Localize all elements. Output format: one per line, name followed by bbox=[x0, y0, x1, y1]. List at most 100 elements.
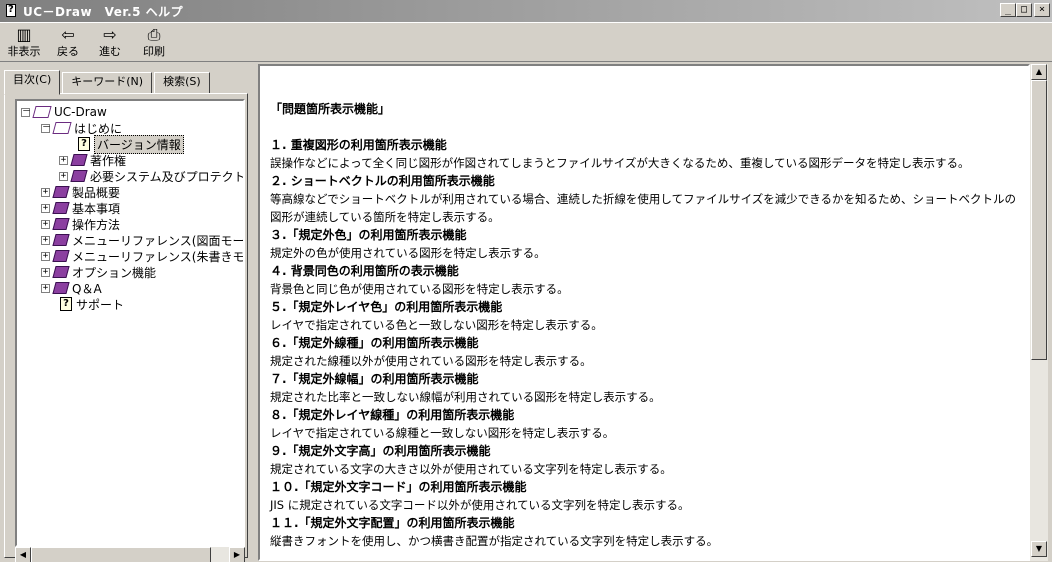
tab-contents[interactable]: 目次(C) bbox=[4, 70, 61, 95]
scroll-right-icon[interactable]: ▶ bbox=[229, 547, 245, 562]
print-button[interactable]: ⎙ 印刷 bbox=[132, 25, 176, 59]
section-title: １. 重複図形の利用箇所表示機能 bbox=[270, 138, 447, 152]
expand-icon[interactable]: + bbox=[41, 283, 50, 293]
book-icon bbox=[52, 266, 70, 278]
minimize-button[interactable]: _ bbox=[1000, 3, 1016, 17]
collapse-icon[interactable]: － bbox=[41, 123, 51, 133]
book-icon bbox=[52, 218, 70, 230]
page-title: 「問題箇所表示機能」 bbox=[270, 102, 391, 116]
expand-icon[interactable]: + bbox=[41, 203, 50, 213]
window-title: UC－Draw Ver.5 ヘルプ bbox=[23, 4, 184, 19]
section-title: ６.「規定外線種」の利用箇所表示機能 bbox=[270, 336, 479, 350]
close-button[interactable]: × bbox=[1034, 3, 1050, 17]
section-body: 規定された比率と一致しない線幅が利用されている図形を特定し表示する。 bbox=[270, 390, 661, 404]
section-title: １０.「規定外文字コード」の利用箇所表示機能 bbox=[270, 480, 527, 494]
section-body-continued: 図形が連続している箇所を特定し表示する。 bbox=[270, 210, 500, 224]
book-icon bbox=[70, 170, 88, 182]
open-book-icon bbox=[52, 122, 72, 134]
section-body: 背景色と同じ色が使用されている図形を特定し表示する。 bbox=[270, 282, 569, 296]
book-icon bbox=[52, 186, 70, 198]
scroll-down-icon[interactable]: ▼ bbox=[1031, 541, 1047, 557]
expand-icon[interactable]: + bbox=[41, 219, 50, 229]
tree-item-label: サポート bbox=[76, 297, 125, 312]
hide-button[interactable]: ▥ 非表示 bbox=[2, 25, 46, 59]
tree-item-menu-reference-drawing[interactable]: + メニューリファレンス(図面モード) bbox=[41, 232, 245, 248]
section-title: ８.「規定外レイヤ線種」の利用箇所表示機能 bbox=[270, 408, 515, 422]
forward-arrow-icon: ⇨ bbox=[103, 25, 117, 44]
tree-item-operation[interactable]: + 操作方法 bbox=[41, 216, 120, 232]
tree-item-label: 製品概要 bbox=[72, 185, 121, 200]
expand-icon[interactable]: + bbox=[41, 267, 50, 277]
section-title: １１.「規定外文字配置」の利用箇所表示機能 bbox=[270, 516, 515, 530]
back-button[interactable]: ⇦ 戻る bbox=[46, 25, 90, 59]
tree-item-qa[interactable]: + Q＆A bbox=[41, 280, 102, 296]
tree-item-product-overview[interactable]: + 製品概要 bbox=[41, 184, 120, 200]
section-body: レイヤで指定されている線種と一致しない図形を特定し表示する。 bbox=[270, 426, 615, 440]
help-page-icon: ? bbox=[78, 137, 90, 151]
topic-content-pane: 「問題箇所表示機能」 １. 重複図形の利用箇所表示機能 誤操作などによって全く同… bbox=[258, 64, 1030, 561]
toolbar: ▥ 非表示 ⇦ 戻る ⇨ 進む ⎙ 印刷 bbox=[0, 22, 1052, 62]
book-icon bbox=[52, 202, 70, 214]
tree-item-menu-reference-redline[interactable]: + メニューリファレンス(朱書きモー bbox=[41, 248, 245, 264]
tree-item-label: メニューリファレンス(朱書きモー bbox=[72, 249, 245, 264]
tree-item-ucdraw[interactable]: － UC-Draw bbox=[21, 104, 107, 120]
book-icon bbox=[52, 234, 70, 246]
tree-item-label: 著作権 bbox=[90, 153, 127, 168]
section-body: 規定外の色が使用されている図形を特定し表示する。 bbox=[270, 246, 546, 260]
forward-label: 進む bbox=[99, 45, 121, 58]
content-vertical-scrollbar[interactable]: ▲ ▼ bbox=[1030, 64, 1048, 561]
contents-tree[interactable]: － UC-Draw － はじめに ? バージョン情報 + 著作権 + 必要システ… bbox=[15, 99, 245, 547]
tree-item-system-requirements[interactable]: + 必要システム及びプロテクト bbox=[59, 168, 243, 184]
tree-item-label: Q＆A bbox=[72, 281, 102, 296]
tree-item-label: 操作方法 bbox=[72, 217, 121, 232]
print-label: 印刷 bbox=[143, 45, 165, 58]
tree-item-label: オプション機能 bbox=[72, 265, 157, 280]
section-title: ３.「規定外色」の利用箇所表示機能 bbox=[270, 228, 467, 242]
expand-icon[interactable]: + bbox=[59, 155, 68, 165]
book-icon bbox=[70, 154, 88, 166]
section-body: 等高線などでショートベクトルが利用されている場合、連続した折線を使用してファイル… bbox=[270, 192, 1016, 206]
tree-item-options[interactable]: + オプション機能 bbox=[41, 264, 156, 280]
expand-icon[interactable]: + bbox=[41, 235, 50, 245]
hide-label: 非表示 bbox=[7, 45, 41, 58]
maximize-button[interactable]: □ bbox=[1016, 3, 1032, 17]
hide-pane-icon: ▥ bbox=[16, 25, 32, 44]
section-body: 規定されている文字の大きさ以外が使用されている文字列を特定し表示する。 bbox=[270, 462, 672, 476]
section-title: ７.「規定外線幅」の利用箇所表示機能 bbox=[270, 372, 479, 386]
section-body: 規定された線種以外が使用されている図形を特定し表示する。 bbox=[270, 354, 592, 368]
tab-search[interactable]: 検索(S) bbox=[154, 72, 210, 94]
forward-button[interactable]: ⇨ 進む bbox=[88, 25, 132, 59]
tree-item-support[interactable]: ? サポート bbox=[60, 296, 124, 312]
expand-icon[interactable]: + bbox=[41, 251, 50, 261]
tree-item-version-info[interactable]: ? バージョン情報 bbox=[78, 134, 184, 154]
help-app-icon: ? bbox=[3, 3, 19, 19]
tree-horizontal-scrollbar[interactable]: ◀ ▶ bbox=[15, 547, 245, 562]
scroll-left-icon[interactable]: ◀ bbox=[15, 547, 31, 562]
navigation-pane: 目次(C) キーワード(N) 検索(S) － UC-Draw － はじめに ? … bbox=[0, 64, 252, 562]
back-label: 戻る bbox=[57, 45, 79, 58]
expand-icon[interactable]: + bbox=[41, 187, 50, 197]
section-title: ２. ショートベクトルの利用箇所表示機能 bbox=[270, 174, 495, 188]
collapse-icon[interactable]: － bbox=[21, 107, 31, 117]
section-body: レイヤで指定されている色と一致しない図形を特定し表示する。 bbox=[270, 318, 603, 332]
printer-icon: ⎙ bbox=[147, 25, 161, 44]
book-icon bbox=[52, 282, 70, 294]
back-arrow-icon: ⇦ bbox=[61, 25, 75, 44]
section-title: ４. 背景同色の利用箇所の表示機能 bbox=[270, 264, 459, 278]
section-body: JIS に規定されている文字コード以外が使用されている文字列を特定し表示する。 bbox=[270, 498, 690, 512]
help-page-icon: ? bbox=[60, 297, 72, 311]
title-bar: ? UC－Draw Ver.5 ヘルプ _ □ × bbox=[0, 0, 1052, 22]
expand-icon[interactable]: + bbox=[59, 171, 68, 181]
scroll-thumb[interactable] bbox=[1031, 80, 1047, 360]
section-title: ９.「規定外文字高」の利用箇所表示機能 bbox=[270, 444, 491, 458]
section-body: 縦書きフォントを使用し、かつ横書き配置が指定されている文字列を特定し表示する。 bbox=[270, 534, 719, 548]
tree-item-label: 基本事項 bbox=[72, 201, 121, 216]
tree-item-label: メニューリファレンス(図面モード) bbox=[72, 233, 245, 248]
tree-item-copyright[interactable]: + 著作権 bbox=[59, 152, 126, 168]
scroll-thumb[interactable] bbox=[31, 547, 211, 562]
tree-item-label: UC-Draw bbox=[54, 105, 107, 119]
scroll-up-icon[interactable]: ▲ bbox=[1031, 64, 1047, 80]
tree-item-basics[interactable]: + 基本事項 bbox=[41, 200, 120, 216]
tab-keyword[interactable]: キーワード(N) bbox=[62, 72, 153, 94]
section-title: ５.「規定外レイヤ色」の利用箇所表示機能 bbox=[270, 300, 503, 314]
